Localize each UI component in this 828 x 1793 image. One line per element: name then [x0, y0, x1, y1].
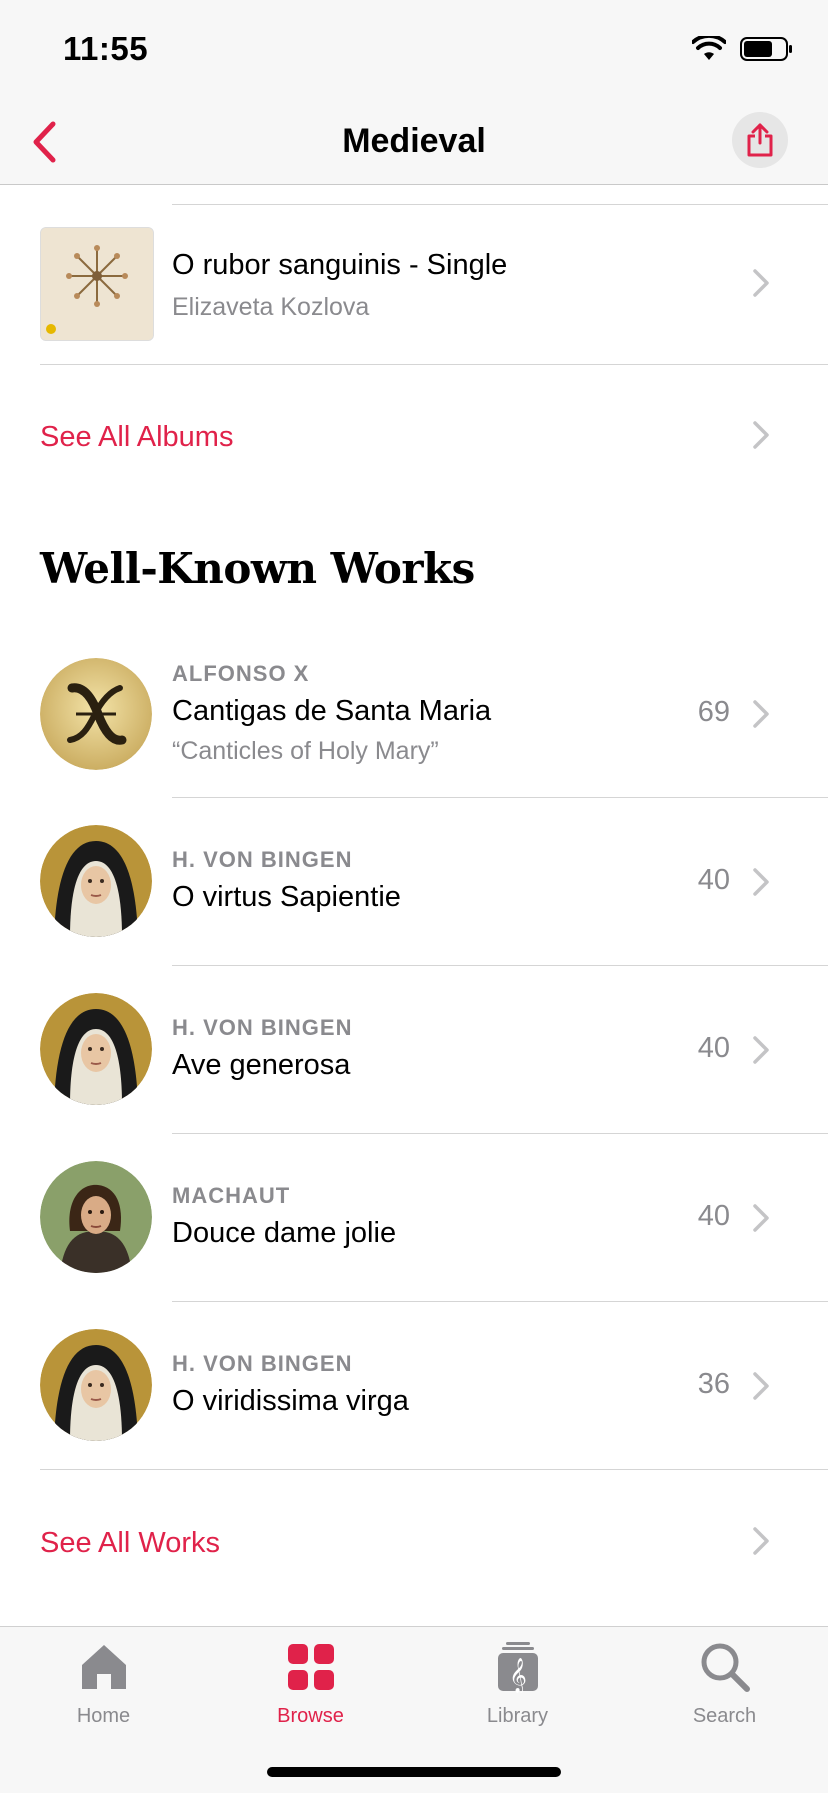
tab-library[interactable]: 𝄞 Library: [414, 1627, 621, 1737]
see-all-albums-label: See All Albums: [40, 421, 234, 453]
tab-browse[interactable]: Browse: [207, 1627, 414, 1737]
status-time: 11:55: [63, 30, 149, 67]
house-icon: [82, 1645, 126, 1689]
share-button[interactable]: [732, 112, 788, 168]
grid-icon: [288, 1644, 334, 1690]
music-library-icon: 𝄞: [498, 1642, 538, 1693]
work-row[interactable]: ALFONSO X Cantigas de Santa Maria “Canti…: [0, 629, 828, 797]
work-title: Ave generosa: [172, 1049, 351, 1081]
section-title: Well-Known Works: [40, 544, 475, 593]
tab-label: Home: [76, 1705, 131, 1727]
chevron-right-icon: [753, 1204, 769, 1232]
separator: [172, 204, 828, 205]
composer-avatar: [40, 993, 152, 1105]
album-title: O rubor sanguinis - Single: [172, 249, 508, 281]
composer-avatar: [40, 1329, 152, 1441]
work-count: 40: [697, 1200, 730, 1232]
work-title: O virtus Sapientie: [172, 881, 401, 913]
work-count: 40: [697, 1032, 730, 1064]
composer-avatar: [40, 658, 152, 770]
status-bar: 11:55: [0, 0, 828, 100]
chevron-right-icon: [753, 868, 769, 896]
separator: [40, 364, 828, 365]
separator: [40, 1469, 828, 1470]
chevron-right-icon: [753, 1372, 769, 1400]
chevron-right-icon: [753, 421, 769, 449]
work-count: 36: [697, 1368, 730, 1400]
work-count: 40: [697, 864, 730, 896]
work-title: O viridissima virga: [172, 1385, 409, 1417]
tab-home[interactable]: Home: [0, 1627, 207, 1737]
work-composer: MACHAUT: [172, 1183, 291, 1208]
share-icon: [747, 123, 773, 157]
chevron-right-icon: [753, 1036, 769, 1064]
work-composer: H. VON BINGEN: [172, 1351, 353, 1376]
work-row[interactable]: H. VON BINGEN Ave generosa 40: [0, 965, 828, 1133]
work-subtitle: “Canticles of Holy Mary”: [172, 737, 439, 765]
composer-avatar: [40, 1161, 152, 1273]
chevron-right-icon: [753, 700, 769, 728]
work-title: Cantigas de Santa Maria: [172, 695, 492, 727]
tab-label: Browse: [277, 1705, 344, 1727]
chevron-right-icon: [753, 1527, 769, 1555]
battery-icon: [740, 37, 792, 61]
magnifier-icon: [701, 1643, 750, 1692]
album-row[interactable]: O rubor sanguinis - Single Elizaveta Koz…: [0, 227, 828, 364]
see-all-works-label: See All Works: [40, 1527, 220, 1559]
album-artist: Elizaveta Kozlova: [172, 293, 370, 321]
see-all-albums-link[interactable]: See All Albums: [0, 399, 828, 489]
tab-label: Library: [486, 1705, 549, 1727]
work-row[interactable]: MACHAUT Douce dame jolie 40: [0, 1133, 828, 1301]
svg-text:𝄞: 𝄞: [509, 1658, 527, 1693]
home-indicator: [267, 1767, 561, 1777]
work-composer: ALFONSO X: [172, 661, 310, 686]
album-artwork: [40, 227, 154, 341]
tab-search[interactable]: Search: [621, 1627, 828, 1737]
navigation-bar: Medieval: [0, 100, 828, 185]
page-title: Medieval: [342, 122, 486, 160]
work-row[interactable]: H. VON BINGEN O virtus Sapientie 40: [0, 797, 828, 965]
wifi-icon: [692, 36, 726, 60]
see-all-works-link[interactable]: See All Works: [0, 1505, 828, 1595]
work-title: Douce dame jolie: [172, 1217, 397, 1249]
tab-label: Search: [692, 1705, 757, 1727]
composer-avatar: [40, 825, 152, 937]
work-composer: H. VON BINGEN: [172, 1015, 353, 1040]
work-row[interactable]: H. VON BINGEN O viridissima virga 36: [0, 1301, 828, 1469]
work-count: 69: [697, 696, 730, 728]
status-icons: [692, 36, 794, 62]
chevron-right-icon: [753, 269, 769, 297]
work-composer: H. VON BINGEN: [172, 847, 353, 872]
